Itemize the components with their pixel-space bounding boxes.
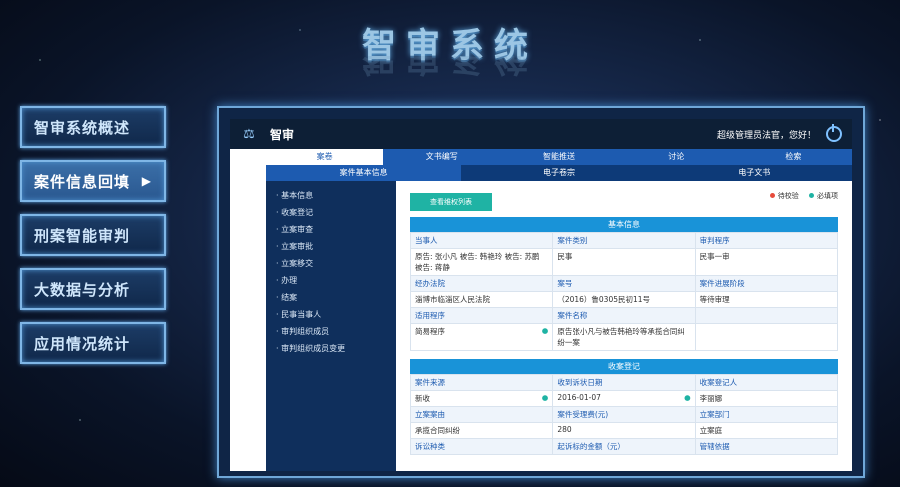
power-icon[interactable] xyxy=(826,124,842,142)
field-value: 280 xyxy=(552,422,696,439)
field-value xyxy=(694,323,839,351)
field-value: 民事 xyxy=(552,248,696,276)
field-label: 案件进展阶段 xyxy=(694,275,839,292)
field-value: （2016）鲁0305民初11号 xyxy=(552,291,696,308)
field-value: 原告张小凡与被告韩艳玲等承揽合同纠纷一案 xyxy=(552,323,696,351)
secondary-tabs: 案件基本信息 电子卷宗 电子文书 xyxy=(266,165,852,181)
date-input[interactable]: 2016-01-07 ● xyxy=(552,390,696,407)
required-dot-icon: ● xyxy=(541,393,549,402)
primary-tabs: 案卷 文书编写 智能推送 讨论 检索 xyxy=(266,149,852,165)
sidebar-item[interactable]: · 立案审批 xyxy=(266,238,396,255)
field-label: 案件来源 xyxy=(409,374,554,391)
basic-info-table: 当事人 案件类别 审判程序 原告: 张小凡 被告: 韩艳玲 被告: 苏鹏 被告:… xyxy=(409,232,839,351)
field-label: 当事人 xyxy=(409,232,554,249)
sidebar-item[interactable]: · 办理 xyxy=(266,272,396,289)
field-value: 民事一审 xyxy=(694,248,839,276)
app-window: ⚖ 智审 超级管理员法官，您好！ 案卷 文书编写 智能推送 讨论 检索 案件基本… xyxy=(230,119,852,471)
sidebar-item[interactable]: · 基本信息 xyxy=(266,187,396,204)
nav-big-data-button[interactable]: 大数据与分析 xyxy=(20,268,166,310)
field-value: 等待审理 xyxy=(694,291,839,308)
side-nav: 智审系统概述 案件信息回填 ▶ 刑案智能审判 大数据与分析 应用情况统计 xyxy=(20,106,166,376)
nav-case-info-button[interactable]: 案件信息回填 ▶ xyxy=(20,160,166,202)
field-label: 经办法院 xyxy=(409,275,554,292)
field-label: 案件名称 xyxy=(552,307,696,324)
tab-e-document[interactable]: 电子文书 xyxy=(657,165,852,181)
sidebar-item[interactable]: · 结案 xyxy=(266,289,396,306)
field-value: 李丽娜 xyxy=(694,390,839,407)
required-dot-icon: ● xyxy=(541,326,549,335)
field-label: 起诉标的金额（元） xyxy=(552,438,696,455)
field-label: 诉讼种类 xyxy=(409,438,554,455)
page-title-reflection: 智审系统 xyxy=(362,56,538,78)
case-sidebar: · 基本信息 · 收案登记 · 立案审查 · 立案审批 · 立案移交 · 办理 … xyxy=(266,181,396,471)
source-select[interactable]: 新收 ● xyxy=(409,390,554,407)
scales-logo-icon: ⚖ xyxy=(243,126,255,142)
field-label: 案件类别 xyxy=(552,232,696,249)
play-arrow-icon: ▶ xyxy=(141,174,152,188)
sidebar-item[interactable]: · 立案审查 xyxy=(266,221,396,238)
app-frame: ⚖ 智审 超级管理员法官，您好！ 案卷 文书编写 智能推送 讨论 检索 案件基本… xyxy=(217,106,865,478)
user-greeting: 超级管理员法官，您好！ xyxy=(716,130,816,141)
tab-case-file[interactable]: 案卷 xyxy=(266,149,384,165)
nav-overview-button[interactable]: 智审系统概述 xyxy=(20,106,166,148)
field-label: 立案部门 xyxy=(694,406,839,423)
legend: 待校验 必填项 xyxy=(762,191,838,201)
case-content: 查看维权列表 待校验 必填项 基本信息 当事人 案件类别 审判程序 原告: 张小… xyxy=(396,181,852,471)
sidebar-item[interactable]: · 审判组织成员变更 xyxy=(266,340,396,357)
app-name: 智审 xyxy=(270,127,295,142)
register-table: 案件来源 收到诉状日期 收案登记人 新收 ● 2016-01-07 ● 李丽娜 立案… xyxy=(409,374,839,455)
sidebar-item[interactable]: · 立案移交 xyxy=(266,255,396,272)
tab-smart-push[interactable]: 智能推送 xyxy=(500,149,617,165)
field-label: 管辖依据 xyxy=(694,438,839,455)
field-label: 立案案由 xyxy=(409,406,554,423)
sidebar-item[interactable]: · 审判组织成员 xyxy=(266,323,396,340)
tab-case-basic-info[interactable]: 案件基本信息 xyxy=(266,165,462,181)
sidebar-item[interactable]: · 收案登记 xyxy=(266,204,396,221)
nav-criminal-trial-button[interactable]: 刑案智能审判 xyxy=(20,214,166,256)
procedure-select[interactable]: 简易程序 ● xyxy=(409,323,554,351)
field-value: 承揽合同纠纷 xyxy=(409,422,554,439)
app-topbar: ⚖ 智审 超级管理员法官，您好！ xyxy=(230,119,852,149)
field-value: 立案庭 xyxy=(694,422,839,439)
tab-document-writing[interactable]: 文书编写 xyxy=(383,149,500,165)
nav-stats-button[interactable]: 应用情况统计 xyxy=(20,322,166,364)
field-label: 收到诉状日期 xyxy=(552,374,696,391)
field-label: 案号 xyxy=(552,275,696,292)
field-label: 案件受理费(元) xyxy=(552,406,696,423)
field-label: 适用程序 xyxy=(409,307,554,324)
sidebar-item[interactable]: · 民事当事人 xyxy=(266,306,396,323)
field-label: 审判程序 xyxy=(694,232,839,249)
basic-info-title: 基本信息 xyxy=(410,217,838,232)
field-label: 收案登记人 xyxy=(694,374,839,391)
field-value: 原告: 张小凡 被告: 韩艳玲 被告: 苏鹏 被告: 蒋静 xyxy=(409,248,554,276)
tab-discussion[interactable]: 讨论 xyxy=(618,149,735,165)
field-label xyxy=(694,307,839,324)
required-dot-icon xyxy=(809,193,814,198)
tab-search[interactable]: 检索 xyxy=(735,149,852,165)
register-title: 收案登记 xyxy=(410,359,838,374)
pending-dot-icon xyxy=(769,193,775,198)
field-value: 淄博市临淄区人民法院 xyxy=(409,291,554,308)
view-list-button[interactable]: 查看维权列表 xyxy=(410,193,492,211)
tab-e-dossier[interactable]: 电子卷宗 xyxy=(461,165,656,181)
required-dot-icon: ● xyxy=(684,393,691,402)
